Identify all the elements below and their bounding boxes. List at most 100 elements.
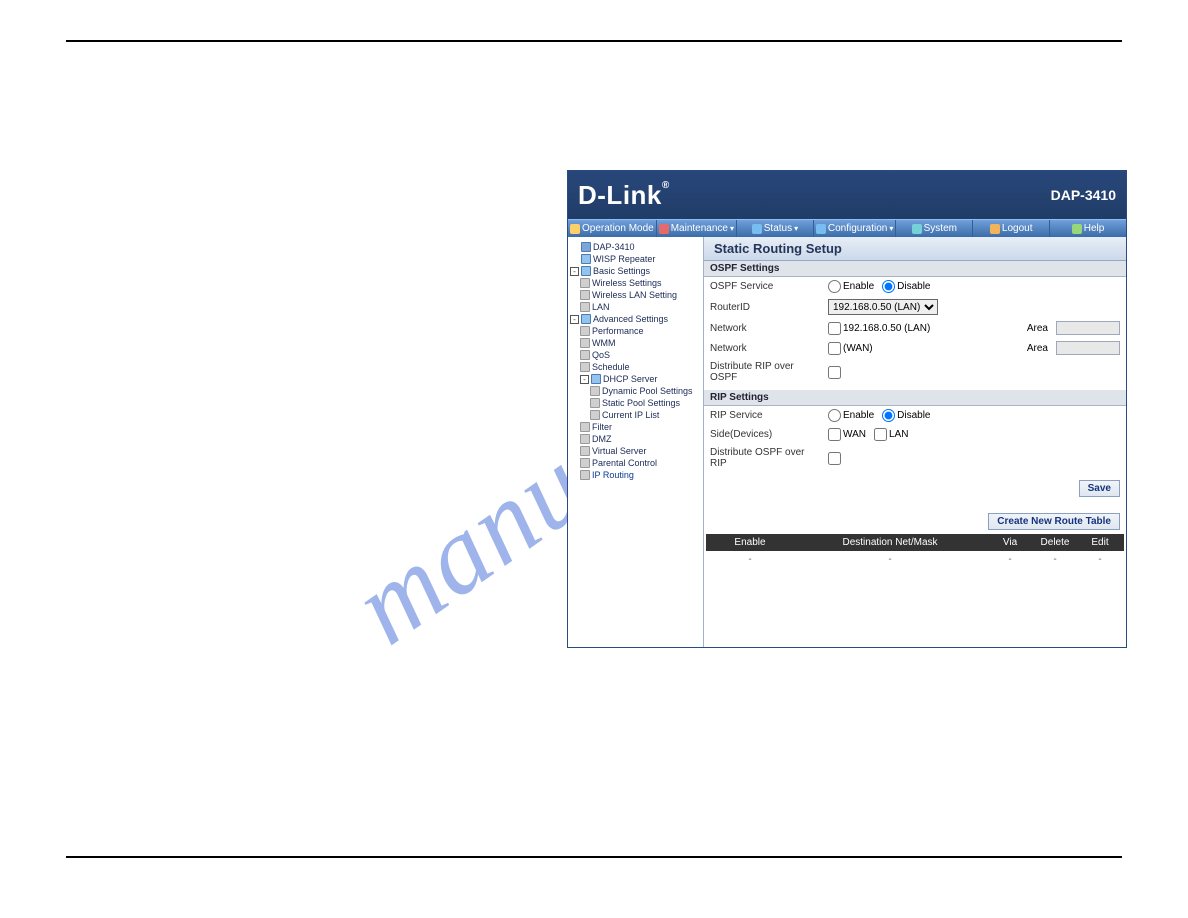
router-admin-window: D-Link® DAP-3410 Operation Mode Maintena… — [567, 170, 1127, 648]
tree-item-virtual-server[interactable]: Virtual Server — [570, 445, 701, 457]
tree-item-qos[interactable]: QoS — [570, 349, 701, 361]
collapse-icon[interactable]: - — [580, 375, 589, 384]
cell-enable: - — [710, 554, 790, 565]
menu-logout[interactable]: Logout — [973, 220, 1050, 237]
top-menubar: Operation Mode Maintenance▾ Status▾ Conf… — [568, 219, 1126, 237]
folder-icon — [581, 254, 591, 264]
tree-item-dynamic-pool[interactable]: Dynamic Pool Settings — [570, 385, 701, 397]
distribute-rip-checkbox[interactable] — [828, 366, 841, 379]
page-icon — [580, 446, 590, 456]
ospf-enable-radio[interactable]: Enable — [828, 280, 874, 293]
brand-logo: D-Link® — [578, 180, 670, 211]
page-icon — [580, 470, 590, 480]
page-title: Static Routing Setup — [704, 237, 1126, 261]
tree-item-ip-routing[interactable]: IP Routing — [570, 469, 701, 481]
routerid-select[interactable]: 192.168.0.50 (LAN) — [828, 299, 938, 315]
tree-item-wisp[interactable]: WISP Repeater — [570, 253, 701, 265]
menu-help[interactable]: Help — [1050, 220, 1126, 237]
tree-item-static-pool[interactable]: Static Pool Settings — [570, 397, 701, 409]
section-rip-heading: RIP Settings — [704, 390, 1126, 406]
page-icon — [580, 362, 590, 372]
sidebar-tree: DAP-3410 WISP Repeater -Basic Settings W… — [568, 237, 704, 647]
area-lan-label: Area — [1027, 323, 1048, 334]
rip-service-label: RIP Service — [710, 410, 822, 421]
col-via: Via — [990, 537, 1030, 548]
tree-item-schedule[interactable]: Schedule — [570, 361, 701, 373]
page-icon — [590, 398, 600, 408]
tree-item-current-ip[interactable]: Current IP List — [570, 409, 701, 421]
menu-maintenance[interactable]: Maintenance▾ — [657, 220, 737, 237]
logout-icon — [990, 224, 1000, 234]
side-label: Side(Devices) — [710, 429, 822, 440]
system-icon — [912, 224, 922, 234]
chevron-down-icon: ▾ — [794, 224, 798, 233]
tree-item-filter[interactable]: Filter — [570, 421, 701, 433]
col-enable: Enable — [710, 537, 790, 548]
collapse-icon[interactable]: - — [570, 267, 579, 276]
route-table: Enable Destination Net/Mask Via Delete E… — [706, 534, 1124, 568]
save-button[interactable]: Save — [1079, 480, 1120, 497]
save-icon — [752, 224, 762, 234]
tree-item-wmm[interactable]: WMM — [570, 337, 701, 349]
menu-status[interactable]: Status▾ — [737, 220, 814, 237]
collapse-icon[interactable]: - — [570, 315, 579, 324]
page-icon — [590, 386, 600, 396]
folder-icon — [581, 266, 591, 276]
folder-icon — [581, 314, 591, 324]
tree-item-device[interactable]: DAP-3410 — [570, 241, 701, 253]
content-pane: Static Routing Setup OSPF Settings OSPF … — [704, 237, 1126, 647]
side-wan-checkbox[interactable]: WAN — [828, 428, 866, 441]
ospf-form: OSPF Service Enable Disable RouterID 192… — [704, 277, 1126, 390]
area-wan-label: Area — [1027, 343, 1048, 354]
ospf-disable-radio[interactable]: Disable — [882, 280, 930, 293]
create-route-button[interactable]: Create New Route Table — [988, 513, 1120, 530]
area-lan-input[interactable] — [1056, 321, 1120, 335]
menu-system[interactable]: System — [896, 220, 973, 237]
page-icon — [580, 290, 590, 300]
page-icon — [580, 302, 590, 312]
side-lan-checkbox[interactable]: LAN — [874, 428, 908, 441]
network-lan-checkbox[interactable]: 192.168.0.50 (LAN) — [828, 322, 930, 335]
rip-form: RIP Service Enable Disable Side(Devices)… — [704, 406, 1126, 476]
cell-delete: - — [1030, 554, 1080, 565]
page-icon — [590, 410, 600, 420]
cell-via: - — [990, 554, 1030, 565]
menu-operation-mode[interactable]: Operation Mode — [568, 220, 657, 237]
distribute-rip-label: Distribute RIP over OSPF — [710, 361, 822, 383]
col-dest: Destination Net/Mask — [790, 537, 990, 548]
chevron-down-icon: ▾ — [730, 224, 734, 233]
tree-item-parental[interactable]: Parental Control — [570, 457, 701, 469]
top-rule — [66, 40, 1122, 42]
page-icon — [580, 434, 590, 444]
bottom-rule — [66, 856, 1122, 858]
page-icon — [580, 350, 590, 360]
rip-enable-radio[interactable]: Enable — [828, 409, 874, 422]
area-wan-input[interactable] — [1056, 341, 1120, 355]
page-icon — [580, 278, 590, 288]
home-icon — [570, 224, 580, 234]
tools-icon — [659, 224, 669, 234]
tree-item-performance[interactable]: Performance — [570, 325, 701, 337]
tree-item-lan[interactable]: LAN — [570, 301, 701, 313]
tree-item-basic[interactable]: -Basic Settings — [570, 265, 701, 277]
folder-icon — [591, 374, 601, 384]
network-wan-checkbox[interactable]: (WAN) — [828, 342, 873, 355]
tree-item-wlan-setting[interactable]: Wireless LAN Setting — [570, 289, 701, 301]
col-delete: Delete — [1030, 537, 1080, 548]
tree-item-dmz[interactable]: DMZ — [570, 433, 701, 445]
tree-item-dhcp[interactable]: -DHCP Server — [570, 373, 701, 385]
col-edit: Edit — [1080, 537, 1120, 548]
network-wan-label: Network — [710, 343, 822, 354]
table-row: - - - - - — [706, 551, 1124, 568]
tree-item-wireless-settings[interactable]: Wireless Settings — [570, 277, 701, 289]
distribute-ospf-checkbox[interactable] — [828, 452, 841, 465]
menu-configuration[interactable]: Configuration▾ — [814, 220, 897, 237]
tree-item-advanced[interactable]: -Advanced Settings — [570, 313, 701, 325]
page-icon — [580, 458, 590, 468]
network-lan-label: Network — [710, 323, 822, 334]
save-icon — [816, 224, 826, 234]
rip-disable-radio[interactable]: Disable — [882, 409, 930, 422]
table-header-row: Enable Destination Net/Mask Via Delete E… — [706, 534, 1124, 551]
device-icon — [581, 242, 591, 252]
cell-edit: - — [1080, 554, 1120, 565]
